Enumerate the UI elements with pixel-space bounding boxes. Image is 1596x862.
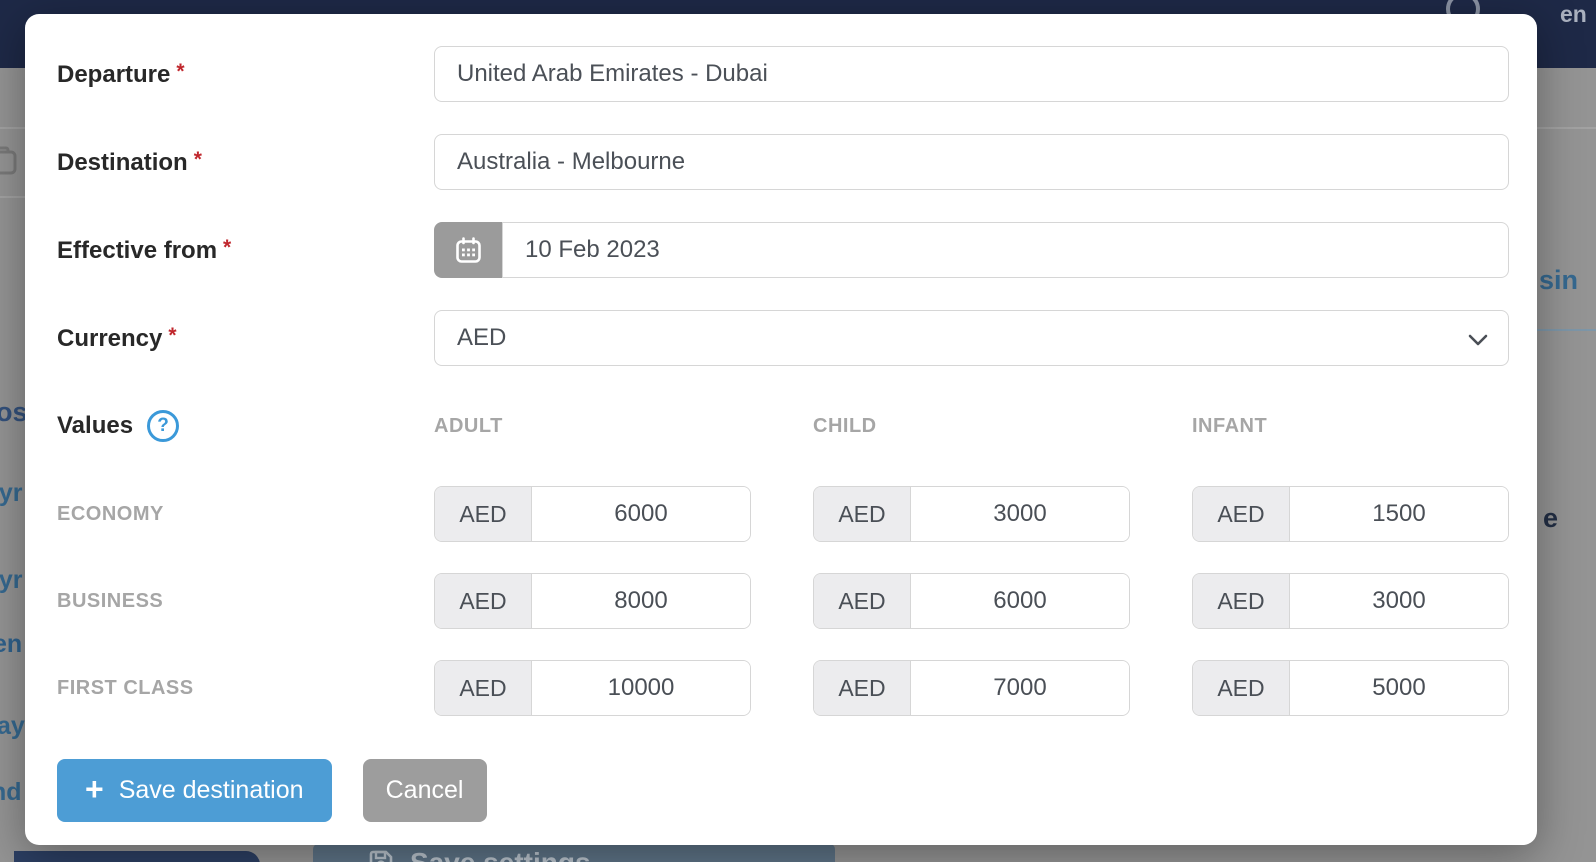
save-settings-button[interactable]: Save settings (313, 844, 835, 862)
save-settings-label: Save settings (410, 847, 591, 862)
column-header-adult: ADULT (434, 414, 503, 437)
fare-input-group: AED (434, 660, 751, 716)
fare-input-group: AED (434, 486, 751, 542)
save-destination-label: Save destination (118, 776, 304, 804)
chevron-down-icon (1468, 334, 1488, 346)
currency-prefix: AED (435, 661, 532, 715)
date-field-group (434, 222, 1509, 278)
divider (1537, 127, 1596, 129)
column-header-infant: INFANT (1192, 414, 1268, 437)
first-class-child-input[interactable] (911, 661, 1129, 715)
departure-label: Departure * (57, 60, 434, 89)
first-class-infant-input[interactable] (1290, 661, 1508, 715)
departure-input[interactable] (434, 46, 1509, 102)
cancel-button[interactable]: Cancel (362, 759, 487, 822)
fare-input-group: AED (813, 573, 1130, 629)
destination-label: Destination * (57, 148, 434, 177)
currency-label-text: Currency (57, 324, 163, 352)
currency-prefix: AED (814, 574, 911, 628)
business-row-label: BUSINESS (57, 589, 164, 612)
fare-input-group: AED (434, 573, 751, 629)
column-header-child: CHILD (813, 414, 877, 437)
first-class-adult-input[interactable] (532, 661, 750, 715)
fare-input-group: AED (813, 486, 1130, 542)
values-header-row: Values ? ADULT CHILD INFANT (57, 410, 1509, 442)
economy-cells: AED AED AED (434, 486, 1509, 542)
values-column-headers: ADULT CHILD INFANT (434, 415, 1509, 438)
currency-prefix: AED (435, 574, 532, 628)
currency-prefix: AED (1193, 574, 1290, 628)
destination-dialog: Departure* Destination* Effective from* (25, 14, 1537, 845)
currency-select[interactable]: AED (434, 310, 1509, 366)
departure-label-text: Departure (57, 60, 171, 88)
effective-from-input[interactable] (502, 222, 1509, 278)
save-destination-button[interactable]: + Save destination (57, 759, 332, 822)
first-class-row: FIRST CLASS AED AED AED (57, 660, 1509, 716)
effective-from-label: Effective from * (57, 236, 434, 265)
values-label: Values ? (57, 410, 434, 442)
economy-row-label: ECONOMY (57, 502, 164, 525)
background-text-fragment: e (1543, 503, 1559, 533)
currency-prefix: AED (1193, 487, 1290, 541)
clipboard-icon (0, 146, 18, 181)
business-child-input[interactable] (911, 574, 1129, 628)
required-asterisk: * (223, 235, 232, 259)
required-asterisk: * (168, 323, 177, 347)
save-icon (369, 850, 393, 862)
economy-infant-input[interactable] (1290, 487, 1508, 541)
language-selector[interactable]: en (1560, 1, 1587, 28)
departure-row: Departure * (57, 46, 1509, 102)
effective-from-row: Effective from * (57, 222, 1509, 278)
first-class-cells: AED AED AED (434, 660, 1509, 716)
business-cells: AED AED AED (434, 573, 1509, 629)
destination-input[interactable] (434, 134, 1509, 190)
divider (0, 127, 25, 129)
background-text-fragment: ayr (0, 566, 23, 594)
background-text-fragment: ayr (0, 479, 23, 507)
help-icon[interactable]: ? (147, 410, 180, 442)
currency-prefix: AED (814, 661, 911, 715)
fare-input-group: AED (1192, 486, 1509, 542)
economy-child-input[interactable] (911, 487, 1129, 541)
effective-from-label-text: Effective from (57, 236, 218, 264)
first-class-row-label: FIRST CLASS (57, 676, 194, 699)
screen: en os ayr ayr en ay nd sin e Save settin… (0, 0, 1596, 862)
background-text-fragment: en (0, 630, 23, 658)
currency-selected-value: AED (457, 324, 507, 351)
divider (0, 196, 25, 198)
values-label-text: Values (57, 412, 134, 439)
economy-row: ECONOMY AED AED AED (57, 486, 1509, 542)
currency-prefix: AED (435, 487, 532, 541)
economy-adult-input[interactable] (532, 487, 750, 541)
fare-input-group: AED (813, 660, 1130, 716)
currency-label: Currency * (57, 324, 434, 353)
dialog-actions: + Save destination Cancel (57, 759, 1509, 822)
background-text-fragment: ay (0, 712, 25, 740)
currency-row: Currency * AED (57, 310, 1509, 366)
business-infant-input[interactable] (1290, 574, 1508, 628)
business-adult-input[interactable] (532, 574, 750, 628)
business-row: BUSINESS AED AED AED (57, 573, 1509, 629)
currency-prefix: AED (1193, 661, 1290, 715)
background-text-fragment: sin (1539, 265, 1579, 295)
divider (1537, 329, 1596, 331)
background-text-fragment: os (0, 397, 28, 427)
destination-row: Destination * (57, 134, 1509, 190)
fare-input-group: AED (1192, 573, 1509, 629)
plus-icon: + (85, 770, 104, 807)
background-text-fragment: nd (0, 778, 22, 806)
required-asterisk: * (176, 59, 185, 83)
fare-input-group: AED (1192, 660, 1509, 716)
destination-label-text: Destination (57, 148, 188, 176)
background-navy-bar (14, 851, 260, 862)
calendar-icon (455, 236, 481, 263)
required-asterisk: * (193, 147, 202, 171)
currency-prefix: AED (814, 487, 911, 541)
calendar-button[interactable] (434, 222, 502, 278)
